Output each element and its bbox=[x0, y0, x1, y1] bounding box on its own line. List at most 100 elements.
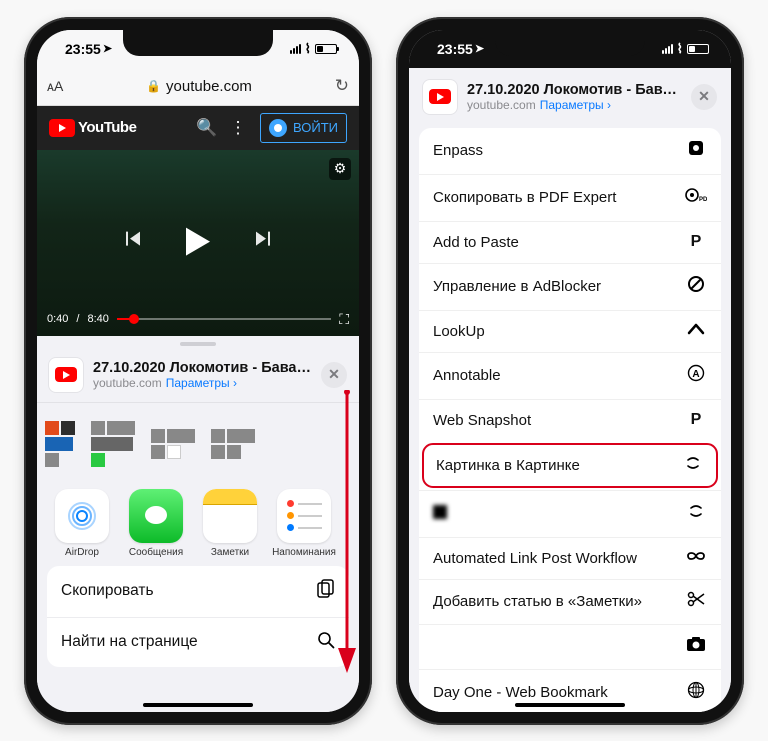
home-indicator[interactable] bbox=[515, 703, 625, 707]
share-action-row[interactable]: Web SnapshotP bbox=[419, 399, 721, 441]
share-action-row[interactable]: Enpass bbox=[419, 128, 721, 174]
action-label: Скопировать bbox=[61, 582, 154, 600]
wifi-icon: ⌇ bbox=[305, 41, 311, 57]
copy-icon bbox=[317, 579, 335, 604]
fullscreen-button[interactable]: ⛶ bbox=[339, 311, 349, 328]
action-label: Web Snapshot bbox=[433, 412, 531, 429]
share-source-icon bbox=[423, 80, 457, 114]
share-actions-body: Enpass Скопировать в PDF Expert PDF Add to … bbox=[409, 122, 731, 712]
share-actions-list: Enpass Скопировать в PDF Expert PDF Add to … bbox=[419, 128, 721, 712]
action-find-on-page[interactable]: Найти на странице bbox=[47, 617, 349, 667]
app-reminders[interactable]: Напоминания bbox=[269, 489, 339, 558]
action-label: LookUp bbox=[433, 323, 485, 340]
url-text: youtube.com bbox=[166, 78, 252, 95]
signin-label: ВОЙТИ bbox=[293, 120, 338, 135]
avatar-icon bbox=[269, 119, 287, 137]
time-current: 0:40 bbox=[47, 313, 68, 325]
action-icon: A bbox=[685, 364, 707, 387]
status-right: ⌇ bbox=[662, 41, 709, 57]
share-action-row[interactable]: Добавить статью в «Заметки» bbox=[419, 579, 721, 624]
share-header: 27.10.2020 Локомотив - Бавари… youtube.c… bbox=[37, 350, 359, 402]
app-label: AirDrop bbox=[65, 547, 99, 558]
action-copy[interactable]: Скопировать bbox=[47, 566, 349, 617]
youtube-logo[interactable]: YouTube bbox=[49, 119, 136, 137]
app-messages[interactable]: Сообщения bbox=[121, 489, 191, 558]
share-action-row[interactable]: Automated Link Post Workflow bbox=[419, 537, 721, 579]
screen-right: 23:55 ➤ ⌇ 27.10.2020 Локомотив - Бавари…… bbox=[409, 30, 731, 712]
app-airdrop[interactable]: AirDrop bbox=[47, 489, 117, 558]
youtube-logo-icon bbox=[49, 119, 75, 137]
reader-mode-button[interactable]: ᴀA bbox=[47, 78, 63, 94]
action-icon bbox=[685, 502, 707, 525]
share-action-row[interactable] bbox=[419, 490, 721, 537]
youtube-mini-icon bbox=[55, 367, 77, 382]
home-indicator[interactable] bbox=[143, 703, 253, 707]
share-action-row[interactable] bbox=[419, 624, 721, 669]
next-button[interactable] bbox=[254, 229, 274, 254]
action-icon: PDF bbox=[685, 186, 707, 209]
signin-button[interactable]: ВОЙТИ bbox=[260, 113, 347, 143]
gear-icon[interactable]: ⚙ bbox=[329, 158, 351, 180]
contacts-row[interactable] bbox=[37, 407, 359, 483]
share-title: 27.10.2020 Локомотив - Бавари… bbox=[93, 360, 311, 376]
app-label: Сообщения bbox=[129, 547, 183, 558]
safari-address-bar: ᴀA 🔒 youtube.com ↻ bbox=[37, 68, 359, 106]
action-icon bbox=[685, 139, 707, 162]
share-title: 27.10.2020 Локомотив - Бавари… bbox=[467, 82, 681, 98]
url-field[interactable]: 🔒 youtube.com bbox=[71, 78, 326, 95]
action-icon bbox=[685, 636, 707, 657]
share-sheet: 27.10.2020 Локомотив - Бавари… youtube.c… bbox=[37, 336, 359, 712]
share-action-row[interactable]: Картинка в Картинке bbox=[422, 443, 718, 488]
previous-button[interactable] bbox=[122, 229, 142, 254]
share-domain: youtube.com bbox=[93, 376, 162, 390]
youtube-header: YouTube 🔍 ⋮ ВОЙТИ bbox=[37, 106, 359, 150]
share-action-row[interactable]: Add to Paste P bbox=[419, 221, 721, 263]
action-label: Enpass bbox=[433, 142, 483, 159]
action-label: Найти на странице bbox=[61, 633, 198, 651]
action-icon bbox=[685, 591, 707, 612]
share-options-link[interactable]: Параметры › bbox=[540, 98, 611, 112]
share-action-row[interactable]: Скопировать в PDF Expert PDF bbox=[419, 174, 721, 221]
notch bbox=[495, 30, 645, 56]
share-action-row[interactable]: LookUp bbox=[419, 310, 721, 352]
app-notes[interactable]: Заметки bbox=[195, 489, 265, 558]
scrubber[interactable] bbox=[117, 318, 331, 320]
phone-frame-left: 23:55 ➤ ⌇ ᴀA 🔒 youtube.com ↻ YouTube � bbox=[24, 17, 372, 725]
action-label: Добавить статью в «Заметки» bbox=[433, 593, 642, 610]
battery-icon bbox=[687, 44, 709, 54]
more-icon[interactable]: ⋮ bbox=[228, 118, 248, 138]
signal-icon bbox=[662, 44, 673, 54]
notch bbox=[123, 30, 273, 56]
share-apps-row[interactable]: AirDrop Сообщения Заметки bbox=[37, 483, 359, 562]
close-button[interactable]: ✕ bbox=[691, 84, 717, 110]
status-time: 23:55 bbox=[65, 41, 101, 57]
search-icon[interactable]: 🔍 bbox=[196, 118, 216, 138]
drag-handle[interactable] bbox=[180, 342, 216, 346]
signal-icon bbox=[290, 44, 301, 54]
video-controls: 0:40 / 8:40 ⛶ bbox=[37, 305, 359, 336]
action-label: Управление в AdBlocker bbox=[433, 278, 601, 295]
lock-icon: 🔒 bbox=[146, 79, 161, 93]
action-label: Скопировать в PDF Expert bbox=[433, 189, 616, 206]
action-icon: P bbox=[685, 233, 707, 251]
action-label: Картинка в Картинке bbox=[436, 457, 580, 474]
share-action-row[interactable]: AnnotableA bbox=[419, 352, 721, 399]
share-options-link[interactable]: Параметры › bbox=[166, 376, 237, 390]
close-button[interactable]: ✕ bbox=[321, 362, 347, 388]
play-button[interactable] bbox=[186, 227, 210, 255]
action-icon bbox=[682, 454, 704, 477]
action-label bbox=[433, 505, 447, 523]
action-icon bbox=[685, 322, 707, 340]
time-total: 8:40 bbox=[87, 313, 108, 325]
location-icon: ➤ bbox=[103, 42, 112, 55]
action-icon bbox=[685, 681, 707, 704]
action-label: Day One - Web Bookmark bbox=[433, 684, 608, 701]
battery-icon bbox=[315, 44, 337, 54]
wifi-icon: ⌇ bbox=[677, 41, 683, 57]
action-label: Add to Paste bbox=[433, 234, 519, 251]
location-icon: ➤ bbox=[475, 42, 484, 55]
share-action-row[interactable]: Управление в AdBlocker bbox=[419, 263, 721, 310]
video-player[interactable]: ⚙ 0:40 / 8:40 ⛶ bbox=[37, 150, 359, 336]
action-icon bbox=[685, 275, 707, 298]
refresh-button[interactable]: ↻ bbox=[335, 76, 349, 96]
